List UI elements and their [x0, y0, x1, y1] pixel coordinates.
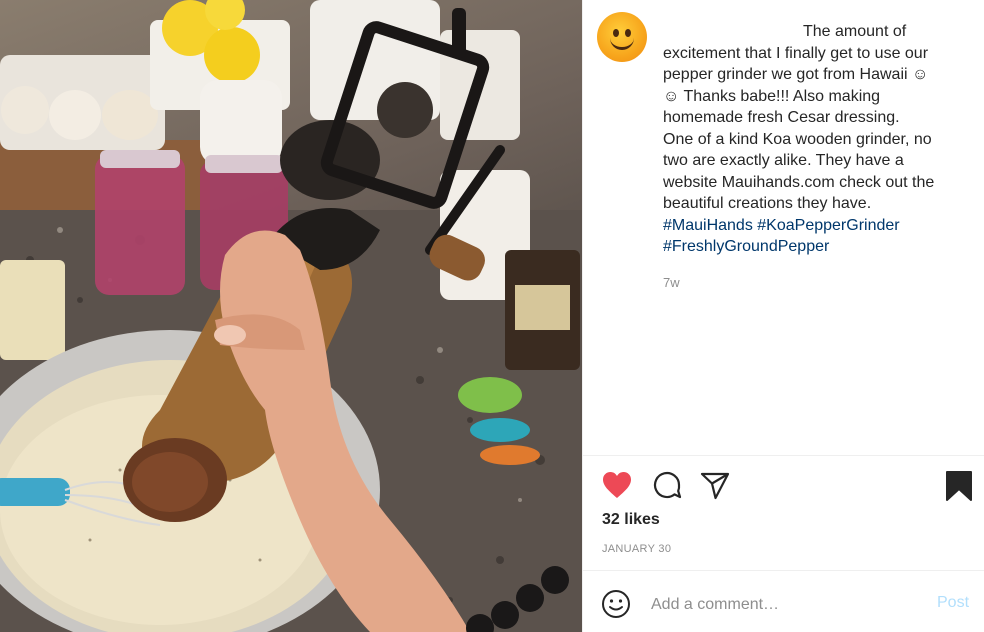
post-caption: The amount of excitement that I finally …	[663, 21, 963, 258]
comment-bubble-icon[interactable]	[651, 469, 683, 501]
hashtag-link[interactable]: #MauiHands	[663, 217, 753, 234]
paper-plane-icon[interactable]	[699, 471, 731, 501]
comment-input[interactable]	[651, 591, 921, 619]
caption-line: beautiful creations they have.	[663, 195, 872, 212]
bookmark-icon[interactable]	[945, 470, 973, 502]
caption-line: pepper grinder we got from Hawaii ☺︎	[663, 66, 929, 83]
avatar-eye-left	[613, 29, 619, 37]
emoji-smiley-icon[interactable]	[601, 589, 631, 619]
caption-line: homemade fresh Cesar dressing.	[663, 109, 900, 126]
post-comment-button[interactable]: Post	[937, 594, 969, 612]
post-details-panel: The amount of excitement that I finally …	[582, 0, 984, 632]
avatar-smile	[610, 38, 634, 50]
comment-divider	[583, 570, 984, 571]
pepper-grinder-photo	[0, 0, 582, 632]
caption-line: The amount of	[803, 23, 907, 40]
caption-line: One of a kind Koa wooden grinder, no	[663, 130, 932, 148]
heart-icon[interactable]	[601, 470, 633, 500]
actions-divider	[583, 455, 984, 456]
post-age[interactable]: 7w	[663, 275, 680, 290]
likes-count[interactable]: 32 likes	[602, 511, 660, 529]
avatar[interactable]	[597, 12, 647, 62]
caption-line: two are exactly alike. They have a	[663, 152, 904, 169]
avatar-eye-right	[625, 29, 631, 37]
hashtag-link[interactable]: #FreshlyGroundPepper	[663, 238, 829, 255]
post-date[interactable]: JANUARY 30	[602, 543, 671, 555]
caption-line: ☺︎ Thanks babe!!! Also making	[663, 87, 881, 105]
post-photo[interactable]	[0, 0, 582, 632]
hashtag-link[interactable]: #KoaPepperGrinder	[757, 217, 899, 234]
caption-line: excitement that I finally get to use our	[663, 44, 929, 62]
caption-line: website Mauihands.com check out the	[663, 173, 935, 191]
